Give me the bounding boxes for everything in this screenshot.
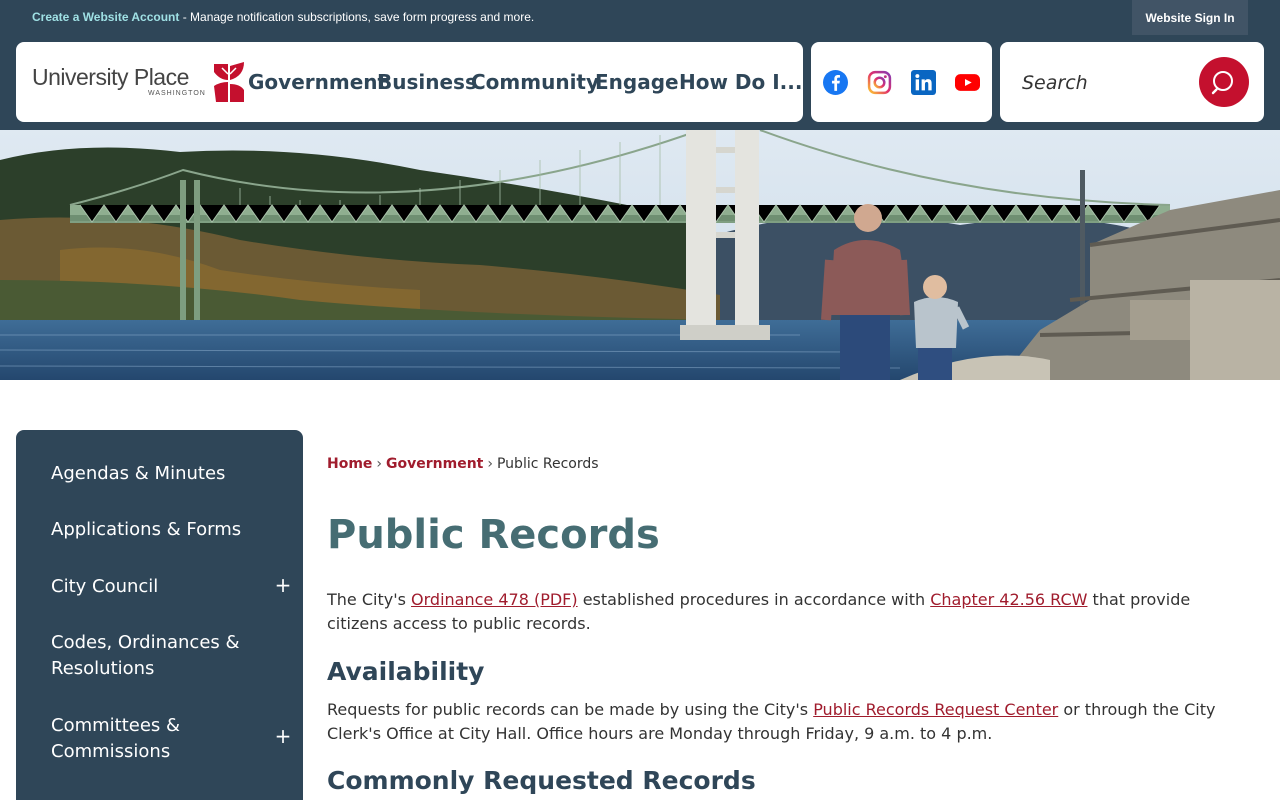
facebook-icon[interactable] [823,70,848,95]
website-sign-in-button[interactable]: Website Sign In [1132,0,1248,35]
intro-text: established procedures in accordance wit… [577,590,931,609]
account-message: Create a Website Account - Manage notifi… [32,10,534,24]
breadcrumb-government[interactable]: Government [386,456,483,472]
search-button[interactable] [1199,57,1249,107]
search-icon [1211,71,1233,95]
account-message-text: - Manage notification subscriptions, sav… [179,10,535,24]
create-account-link[interactable]: Create a Website Account [32,10,179,24]
page-title: Public Records [327,512,660,558]
nav-community[interactable]: Community [471,70,599,94]
flower-logo-icon [214,62,244,102]
availability-text: Requests for public records can be made … [327,700,814,719]
search-input[interactable] [1022,66,1192,100]
nav-how-do-i[interactable]: How Do I... [679,70,802,94]
logo-state: WASHINGTON [148,90,206,97]
nav-engage[interactable]: Engage [595,70,679,94]
public-records-request-center-link[interactable]: Public Records Request Center [813,700,1058,719]
sidebar-item-agendas-minutes[interactable]: Agendas & Minutes [51,461,251,487]
hero-banner-image [0,130,1280,380]
breadcrumb: Home › Government › Public Records [327,456,599,472]
youtube-icon[interactable] [955,70,980,95]
sidebar-item-city-council[interactable]: City Council [51,574,251,600]
sidebar-item-applications-forms[interactable]: Applications & Forms [51,517,251,543]
instagram-icon[interactable] [867,70,892,95]
main-navigation: University Place WASHINGTON Government B… [16,42,803,122]
search-box [1000,42,1264,122]
availability-heading: Availability [327,657,485,686]
breadcrumb-current: Public Records [496,456,599,472]
social-links [811,42,992,122]
breadcrumb-home[interactable]: Home [327,456,372,472]
sidebar-item-committees-commissions[interactable]: Committees & Commissions [51,713,251,765]
commonly-requested-heading: Commonly Requested Records [327,766,756,795]
committees-expand-icon[interactable]: + [274,726,292,746]
chapter-42-56-rcw-link[interactable]: Chapter 42.56 RCW [930,590,1087,609]
sidebar-navigation: Agendas & Minutes Applications & Forms C… [16,430,303,800]
breadcrumb-separator: › [487,456,493,472]
breadcrumb-separator: › [376,456,383,472]
nav-government[interactable]: Government [248,70,387,94]
nav-business[interactable]: Business [377,70,477,94]
intro-paragraph: The City's Ordinance 478 (PDF) establish… [327,588,1252,636]
linkedin-icon[interactable] [911,70,936,95]
city-logo[interactable]: University Place WASHINGTON [32,58,244,106]
city-council-expand-icon[interactable]: + [274,575,292,595]
logo-name: University Place [32,64,189,90]
sidebar-item-codes-ordinances[interactable]: Codes, Ordinances & Resolutions [51,630,251,682]
availability-paragraph: Requests for public records can be made … [327,698,1252,746]
ordinance-478-link[interactable]: Ordinance 478 (PDF) [411,590,578,609]
intro-text: The City's [327,590,412,609]
utility-bar: Create a Website Account - Manage notifi… [0,0,1280,35]
